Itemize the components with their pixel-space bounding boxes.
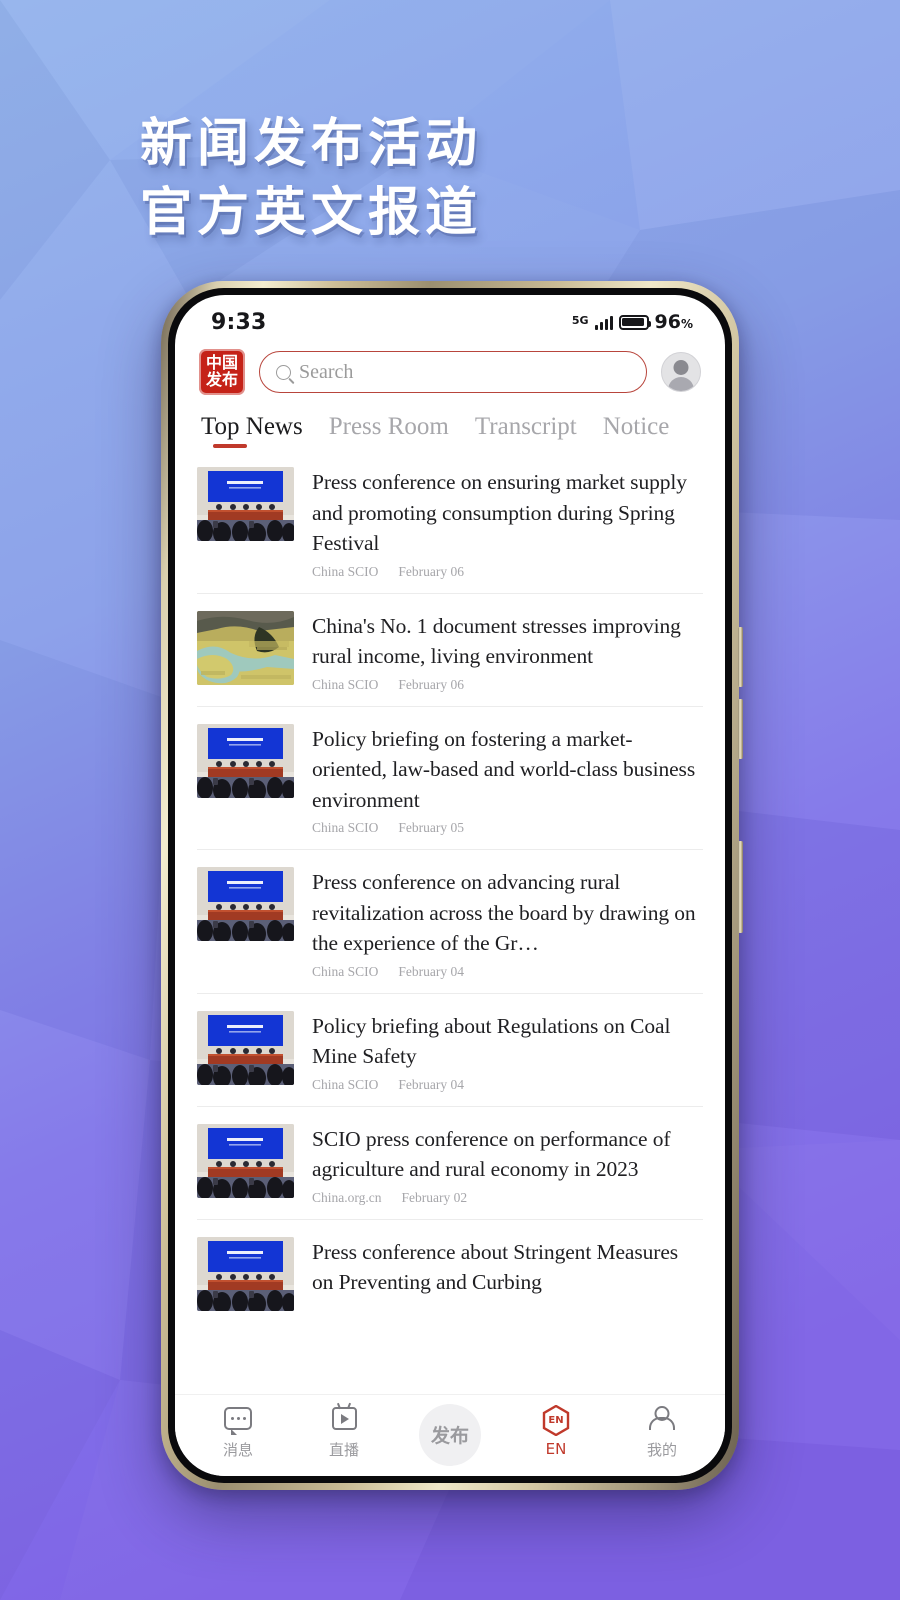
- news-item[interactable]: Press conference about Stringent Measure…: [197, 1220, 703, 1324]
- publish-button[interactable]: 发布: [419, 1403, 481, 1466]
- nav-label: EN: [545, 1440, 567, 1458]
- news-meta: China.org.cn February 02: [312, 1190, 703, 1206]
- phone-bezel: 9:33 5G 96% 中国 发布 Search Top News Press …: [168, 288, 732, 1483]
- volume-up-button[interactable]: [738, 627, 743, 687]
- signal-strength-icon: [594, 314, 613, 330]
- nav-item-message[interactable]: 消息: [194, 1404, 282, 1460]
- status-indicators: 5G 96%: [572, 311, 693, 333]
- tab-transcript[interactable]: Transcript: [475, 413, 577, 450]
- news-source: China SCIO: [312, 676, 379, 692]
- news-date: February 06: [398, 676, 464, 692]
- news-title[interactable]: Press conference on ensuring market supp…: [312, 467, 703, 559]
- tab-top-news[interactable]: Top News: [201, 413, 303, 450]
- search-input[interactable]: Search: [299, 361, 353, 384]
- news-date: February 06: [398, 563, 464, 579]
- headline-line-1: 新闻发布活动: [140, 114, 483, 174]
- nav-item-en-hexagon[interactable]: EN EN: [512, 1404, 600, 1458]
- nav-item-publish[interactable]: 发布: [406, 1403, 494, 1466]
- nav-label: 直播: [328, 1440, 359, 1459]
- news-thumbnail-press-conference: [197, 723, 294, 798]
- avatar[interactable]: [661, 352, 701, 392]
- news-item[interactable]: SCIO press conference on performance of …: [197, 1107, 703, 1220]
- news-thumbnail-press-conference: [197, 1236, 294, 1311]
- news-date: February 02: [401, 1189, 468, 1205]
- app-header: 中国 发布 Search: [175, 343, 725, 407]
- news-meta: China SCIO February 06: [312, 564, 703, 580]
- news-text: China's No. 1 document stresses improvin…: [312, 611, 703, 693]
- search-bar[interactable]: Search: [259, 351, 647, 393]
- headline-line-2: 官方英文报道: [140, 182, 483, 243]
- news-text: Press conference on ensuring market supp…: [312, 467, 703, 580]
- status-bar: 9:33 5G 96%: [175, 295, 725, 343]
- status-time: 9:33: [211, 309, 267, 335]
- news-meta: China SCIO February 05: [312, 820, 703, 836]
- news-meta: China SCIO February 06: [312, 677, 703, 693]
- news-thumbnail-press-conference: [197, 867, 294, 942]
- logo-line-2: 发布: [205, 370, 238, 389]
- news-thumbnail-press-conference: [197, 467, 294, 541]
- news-thumbnail-rural-landscape: [197, 610, 294, 685]
- news-title[interactable]: Policy briefing about Regulations on Coa…: [312, 1011, 703, 1072]
- news-thumbnail-press-conference: [197, 1123, 294, 1198]
- news-title[interactable]: Policy briefing on fostering a market-or…: [312, 724, 703, 816]
- network-type-label: 5G: [571, 314, 589, 327]
- bottom-nav-bar: 消息 直播 发布 EN EN 我的: [175, 1394, 725, 1476]
- news-item[interactable]: Policy briefing on fostering a market-or…: [197, 707, 703, 851]
- nav-label: 消息: [222, 1440, 253, 1459]
- news-text: SCIO press conference on performance of …: [312, 1124, 703, 1206]
- news-date: February 04: [398, 1076, 464, 1092]
- battery-icon: [618, 314, 651, 330]
- news-list: Press conference on ensuring market supp…: [175, 450, 725, 1324]
- news-title[interactable]: SCIO press conference on performance of …: [312, 1124, 703, 1185]
- news-text: Press conference on advancing rural revi…: [312, 867, 703, 980]
- news-meta: China SCIO February 04: [312, 964, 703, 980]
- news-source: China SCIO: [312, 563, 379, 579]
- tab-bar: Top News Press Room Transcript Notice: [175, 407, 725, 450]
- news-date: February 05: [398, 820, 464, 836]
- news-text: Press conference about Stringent Measure…: [312, 1237, 703, 1311]
- news-thumbnail-press-conference: [197, 1010, 294, 1085]
- news-item[interactable]: Policy briefing about Regulations on Coa…: [197, 994, 703, 1107]
- battery-percent-label: 96%: [654, 311, 693, 333]
- news-source: China SCIO: [312, 820, 379, 836]
- news-source: China SCIO: [312, 963, 379, 979]
- volume-down-button[interactable]: [738, 699, 743, 759]
- message-icon[interactable]: [224, 1404, 252, 1435]
- power-button[interactable]: [738, 841, 743, 933]
- tab-notice[interactable]: Notice: [603, 413, 670, 450]
- nav-item-live-video[interactable]: 直播: [300, 1404, 388, 1460]
- nav-item-person[interactable]: 我的: [618, 1404, 706, 1460]
- news-text: Policy briefing about Regulations on Coa…: [312, 1011, 703, 1093]
- person-icon[interactable]: [651, 1404, 673, 1434]
- news-title[interactable]: China's No. 1 document stresses improvin…: [312, 611, 703, 672]
- phone-screen: 9:33 5G 96% 中国 发布 Search Top News Press …: [175, 295, 725, 1476]
- live-video-icon[interactable]: [331, 1404, 357, 1434]
- nav-label: 我的: [646, 1440, 677, 1459]
- news-text: Policy briefing on fostering a market-or…: [312, 724, 703, 837]
- news-item[interactable]: Press conference on ensuring market supp…: [197, 450, 703, 594]
- phone-mockup: 9:33 5G 96% 中国 发布 Search Top News Press …: [161, 281, 743, 1490]
- news-date: February 04: [398, 963, 464, 979]
- news-title[interactable]: Press conference on advancing rural revi…: [312, 867, 703, 959]
- search-icon: [276, 364, 291, 380]
- news-source: China SCIO: [312, 1076, 379, 1092]
- news-item[interactable]: Press conference on advancing rural revi…: [197, 850, 703, 994]
- news-item[interactable]: China's No. 1 document stresses improvin…: [197, 594, 703, 707]
- poster-headline: 新闻发布活动 官方英文报道: [140, 110, 482, 247]
- en-hexagon-icon[interactable]: EN: [542, 1404, 570, 1436]
- news-meta: China SCIO February 04: [312, 1077, 703, 1093]
- tab-press-room[interactable]: Press Room: [329, 413, 449, 450]
- news-title[interactable]: Press conference about Stringent Measure…: [312, 1237, 703, 1298]
- news-source: China.org.cn: [312, 1189, 382, 1205]
- app-logo[interactable]: 中国 发布: [199, 349, 245, 395]
